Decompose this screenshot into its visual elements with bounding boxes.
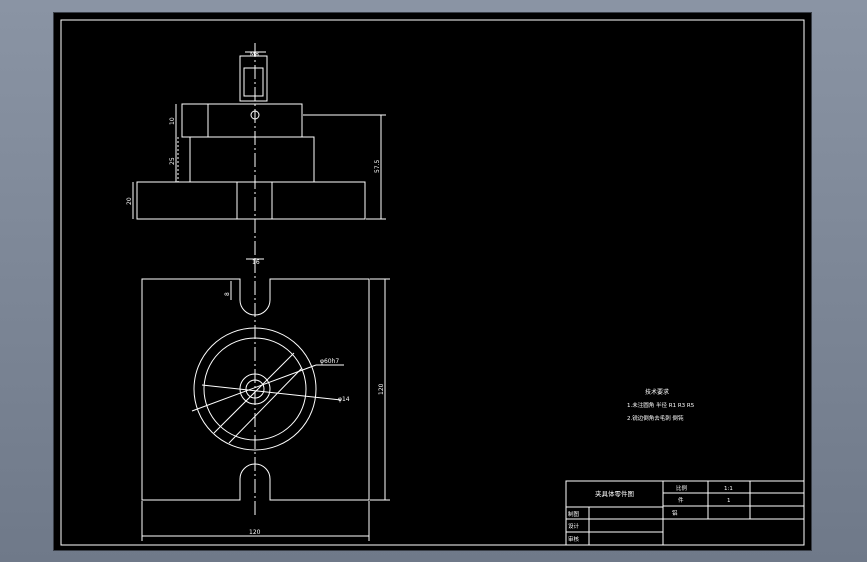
title-block-qty-value: 1: [727, 498, 731, 504]
sheet-frame: [60, 19, 805, 546]
dim-h1: 10: [169, 117, 176, 125]
dim-plate-width: 120: [249, 529, 261, 536]
dim-plate-height: 120: [378, 383, 385, 395]
dim-bore: φ14: [338, 396, 350, 403]
front-view-level-2: [189, 136, 315, 183]
front-view-base: [136, 181, 366, 220]
dim-outer-diameter: φ60h7: [320, 358, 339, 365]
dim-h2: 25: [169, 157, 176, 165]
title-block-scale-label: 比例: [676, 484, 688, 492]
section-hatch-2: [228, 367, 303, 444]
notes-line-2: 2.锐边倒角去毛刺 倒钝: [627, 414, 684, 422]
title-block-design-label: 设计: [568, 522, 580, 530]
drawing-sheet: M8 10 25 20 57.5 16 8 φ60h7 φ14 120 120 …: [54, 13, 811, 550]
title-block-qty-label: 件: [678, 496, 684, 504]
front-view: [132, 43, 386, 261]
dim-slot-depth: 8: [224, 292, 231, 296]
dim-top-width: M8: [250, 51, 259, 58]
section-hatch-1: [213, 352, 295, 434]
cad-viewport[interactable]: M8 10 25 20 57.5 16 8 φ60h7 φ14 120 120 …: [0, 0, 867, 562]
leader-bore: [201, 384, 342, 401]
dim-total-height: 57.5: [374, 159, 381, 173]
top-view: [141, 258, 390, 541]
drawing-canvas: M8 10 25 20 57.5 16 8 φ60h7 φ14 120 120 …: [60, 19, 805, 546]
front-view-level-1: [181, 103, 303, 138]
title-block-scale-value: 1:1: [724, 486, 733, 492]
notes-title: 技术要求: [645, 388, 669, 396]
dim-h3: 20: [126, 197, 133, 205]
title-block-check-label: 审核: [568, 535, 580, 543]
notes-line-1: 1.未注圆角 半径 R1 R3 R5: [627, 401, 695, 409]
title-block-name: 夹具体零件图: [595, 489, 634, 498]
dim-slot-width: 16: [252, 259, 260, 266]
title-block-material: 铝: [672, 509, 678, 517]
front-view-stud-inner: [243, 67, 264, 97]
title-block-drawn-label: 制图: [568, 510, 580, 518]
